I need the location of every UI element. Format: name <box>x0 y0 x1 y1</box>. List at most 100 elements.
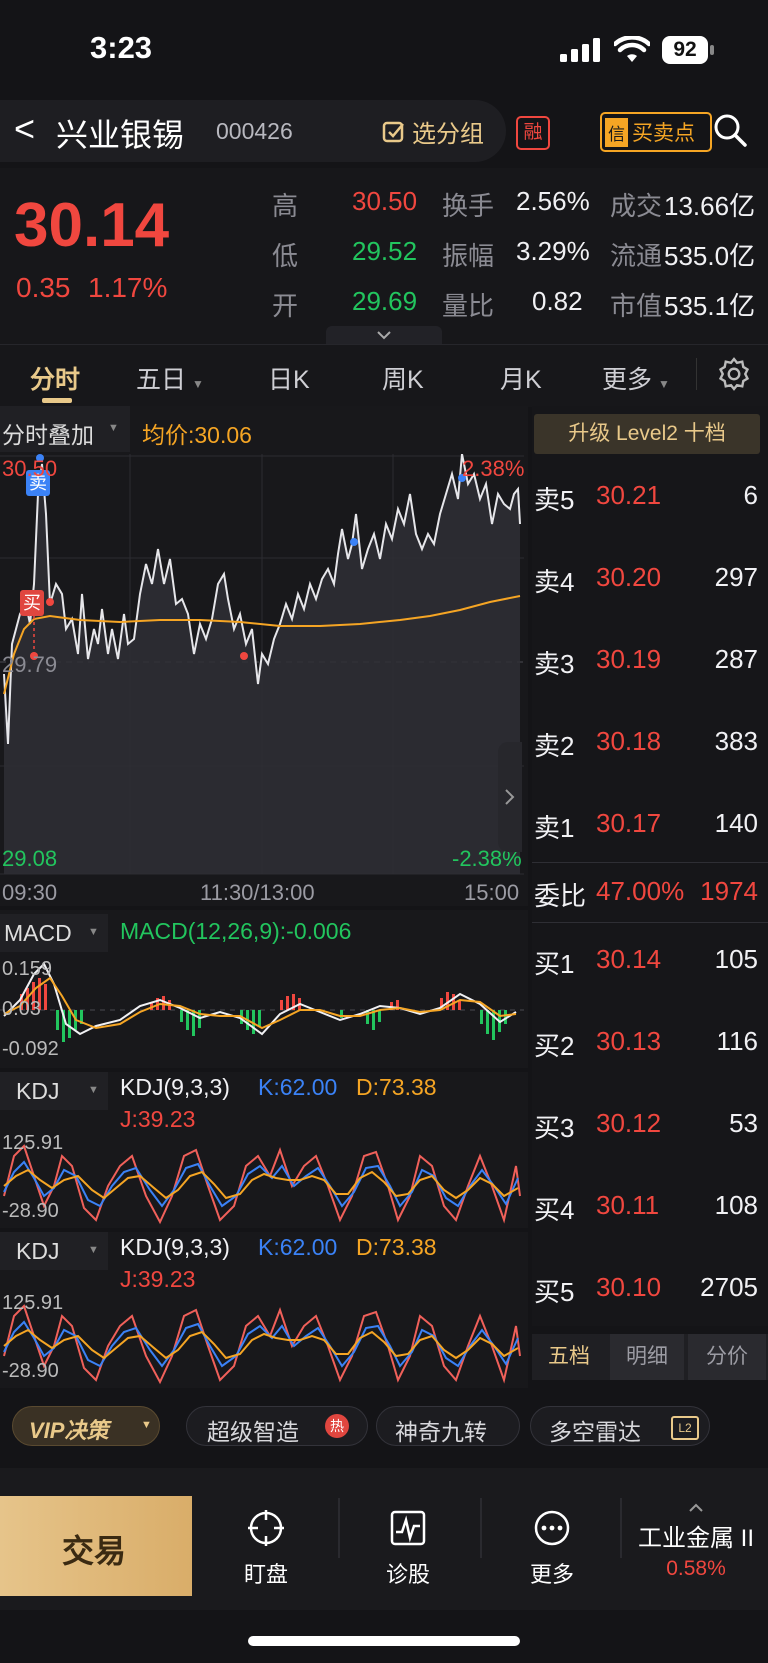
kdj-j-line <box>3 1144 521 1225</box>
ask-list: 卖5 30.21 6 卖4 30.20 297 卖3 30.19 287 卖2 … <box>532 466 768 876</box>
marker-dot <box>240 652 248 660</box>
bid-row-2[interactable]: 买2 30.13 116 <box>532 1012 768 1094</box>
kdj-params: KDJ(9,3,3) <box>120 1074 230 1100</box>
caret-down-icon: ▼ <box>141 1419 152 1431</box>
ask-label: 卖5 <box>534 485 575 515</box>
sector-change-pct: 0.58% <box>666 1557 726 1580</box>
low-value: 29.52 <box>352 236 418 266</box>
bid-row-1[interactable]: 买1 30.14 105 <box>532 930 768 1012</box>
status-bar: 3:23 92 <box>0 0 768 96</box>
kdj-axis-bottom: -28.90 <box>2 1360 59 1382</box>
tab-intraday[interactable]: 分时 <box>30 360 80 396</box>
wifi-icon <box>614 36 650 62</box>
tab-five-day[interactable]: 五日 ▼ <box>136 360 204 396</box>
kdj-chart-2 <box>3 1304 521 1385</box>
tab-weekly[interactable]: 周K <box>382 360 424 396</box>
upgrade-level2-button[interactable]: 升级 Level2 十档 <box>534 414 760 454</box>
chevron-up-icon <box>689 1503 703 1512</box>
amplitude-label: 振幅 <box>442 241 495 271</box>
ask-row-2[interactable]: 卖2 30.18 383 <box>532 712 768 794</box>
sector-name: 工业金属 II <box>637 1525 754 1552</box>
kdj-j-value: J:39.23 <box>120 1106 196 1132</box>
gear-icon[interactable] <box>716 356 752 392</box>
vip-decision-chip[interactable]: VIP决策 ▼ <box>12 1406 160 1446</box>
turnover-label: 换手 <box>442 191 495 221</box>
bottom-bar-top <box>0 1468 768 1492</box>
ask-row-1[interactable]: 卖1 30.17 140 <box>532 794 768 876</box>
chevron-down-icon <box>377 331 391 340</box>
kdj-indicator-selector[interactable]: KDJ ▼ <box>0 1232 108 1270</box>
float-cap-value: 535.0亿 <box>664 241 756 271</box>
kdj-d-value: D:73.38 <box>356 1234 437 1260</box>
amount-label: 成交 <box>610 191 663 221</box>
ask-row-5[interactable]: 卖5 30.21 6 <box>532 466 768 548</box>
open-label: 开 <box>272 291 299 321</box>
bid-row-3[interactable]: 买3 30.12 53 <box>532 1094 768 1176</box>
nav-more[interactable]: 更多 <box>512 1508 592 1592</box>
order-ratio-row: 委比 47.00% 1974 <box>532 874 768 914</box>
kdj-axis-top: 125.91 <box>2 1292 64 1314</box>
time-axis: 09:30 11:30/13:00 15:00 <box>0 878 528 906</box>
kdj-k-value: K:62.00 <box>258 1074 338 1100</box>
bid-price: 30.12 <box>596 1108 662 1138</box>
bid-volume: 2705 <box>700 1272 758 1302</box>
status-time: 3:23 <box>90 30 153 65</box>
back-button[interactable]: < <box>14 108 35 150</box>
order-ratio-pct: 47.00% <box>596 876 685 906</box>
order-ratio-volume: 1974 <box>700 876 758 906</box>
checkbox-icon <box>382 121 404 142</box>
sector-widget[interactable]: 工业金属 II 0.58% <box>624 1500 768 1596</box>
tab-daily[interactable]: 日K <box>268 360 310 396</box>
nav-watch[interactable]: 盯盘 <box>226 1508 306 1592</box>
low-label: 低 <box>272 241 299 271</box>
caret-down-icon: ▼ <box>108 422 119 434</box>
select-group-button[interactable]: 选分组 <box>382 114 484 149</box>
ask-volume: 383 <box>714 726 758 756</box>
kdj-label: KDJ <box>16 1078 60 1104</box>
expand-chart-handle[interactable] <box>498 742 522 852</box>
nav-diagnose-label: 诊股 <box>385 1562 430 1587</box>
high-label: 高 <box>272 191 299 221</box>
macd-indicator-selector[interactable]: MACD ▼ <box>0 914 108 952</box>
ask-price: 30.19 <box>596 644 662 674</box>
battery-tip <box>710 45 714 55</box>
tab-price-distribution[interactable]: 分价 <box>688 1334 766 1380</box>
last-price: 30.14 <box>14 191 170 260</box>
margin-trading-badge[interactable]: 融 <box>516 116 550 150</box>
trade-button[interactable]: 交易 <box>0 1496 192 1596</box>
bid-row-5[interactable]: 买5 30.10 2705 <box>532 1258 768 1340</box>
divider <box>532 922 768 923</box>
chevron-right-icon <box>505 789 515 805</box>
float-cap-label: 流通 <box>610 241 663 271</box>
kdj-j-line <box>3 1304 521 1385</box>
macd-label: MACD <box>4 920 72 946</box>
stock-name: 兴业银锡 <box>56 117 185 153</box>
intraday-chart[interactable] <box>0 454 524 876</box>
overlay-label: 分时叠加 <box>2 422 94 448</box>
magic-nine-chip[interactable]: 神奇九转 <box>376 1406 520 1446</box>
tab-five-levels[interactable]: 五档 <box>532 1334 606 1380</box>
tab-monthly[interactable]: 月K <box>500 360 542 396</box>
buy-signal-marker[interactable]: 买 <box>20 590 44 616</box>
macd-axis-top: 0.159 <box>2 958 53 980</box>
marker-dot <box>46 598 54 606</box>
ask-row-3[interactable]: 卖3 30.19 287 <box>532 630 768 712</box>
bid-label: 买1 <box>534 949 575 979</box>
bull-bear-radar-chip[interactable]: 多空雷达 L2 <box>530 1406 710 1446</box>
kdj-indicator-selector[interactable]: KDJ ▼ <box>0 1072 108 1110</box>
home-indicator <box>248 1636 520 1646</box>
tab-more[interactable]: 更多 ▼ <box>602 360 670 396</box>
macd-chart <box>0 962 524 1042</box>
nav-diagnose[interactable]: 诊股 <box>368 1508 448 1592</box>
macd-formula: MACD(12,26,9):-0.006 <box>120 918 352 944</box>
bid-label: 买5 <box>534 1277 575 1307</box>
super-manufacturing-chip[interactable]: 超级智造 热 <box>186 1406 368 1446</box>
expand-quote-button[interactable] <box>326 326 442 344</box>
trade-points-button[interactable]: 信 买卖点 <box>600 112 712 152</box>
level2-icon: L2 <box>671 1416 699 1440</box>
ask-row-4[interactable]: 卖4 30.20 297 <box>532 548 768 630</box>
tab-details[interactable]: 明细 <box>610 1334 684 1380</box>
overlay-selector[interactable]: 分时叠加 ▼ <box>0 406 130 452</box>
search-icon[interactable] <box>712 112 748 148</box>
bid-row-4[interactable]: 买4 30.11 108 <box>532 1176 768 1258</box>
